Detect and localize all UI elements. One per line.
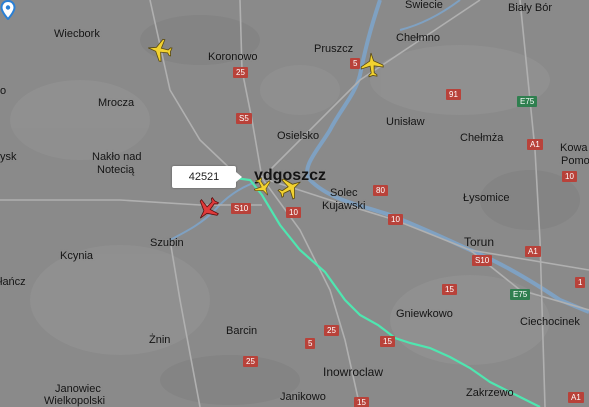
place-label-edge-o: o [0,85,7,97]
flight-callout-label: 42521 [188,171,220,183]
place-label-szubin: Szubin [150,237,184,249]
place-label-lysomice: Łysomice [463,192,510,204]
place-label-torun: Torun [464,235,495,249]
place-label-swiecie: Swiecie [405,0,443,11]
place-label-solec-line2: Kujawski [322,200,366,212]
place-label-edge-lancz: łańcz [0,276,26,288]
road-shield: 10 [286,207,301,218]
place-label-naklo-line2: Notecią [97,164,135,176]
road-shield: 5 [305,338,316,349]
aircraft-icon[interactable] [358,51,386,79]
place-label-inowroclaw: Inowroclaw [323,365,384,379]
place-label-ciechocinek: Ciechocinek [520,316,580,328]
road-shield: A1 [568,392,584,403]
place-label-barcin: Barcin [226,325,258,337]
road-shield: 1 [575,277,586,288]
place-label-edge-kowa: Kowa [560,142,588,154]
place-label-kcynia: Kcynia [60,250,94,262]
road-shield: 15 [354,397,369,407]
road-shield: S10 [231,203,252,214]
place-label-zakrzewo: Zakrzewo [466,387,514,399]
road-shield: E75 [510,289,531,300]
road-shield: S10 [472,255,493,266]
place-label-osielsko: Osielsko [277,130,320,142]
place-label-gniewkowo: Gniewkowo [396,308,453,320]
place-label-bialy-bor: Biały Bór [508,2,553,14]
place-label-naklo-line1: Nakło nad [92,151,142,163]
road-shield: 25 [324,325,339,336]
flight-tracker-map[interactable]: Swiecie Biały Bór Wiecbork Koronowo Prus… [0,0,589,407]
flight-callout[interactable]: 42521 [172,166,242,188]
road-shield: 25 [233,67,248,78]
place-label-janikowo: Janikowo [280,391,326,403]
place-label-wiecbork: Wiecbork [54,28,100,40]
location-pin-icon[interactable] [0,0,16,20]
road-shield: 80 [373,185,388,196]
road-shield: 15 [380,336,395,347]
aircraft-icon[interactable] [252,176,274,198]
road-shield: 91 [446,89,461,100]
place-label-znin: Żnin [149,334,171,346]
road-shield: S5 [236,113,252,124]
road-shield: A1 [525,246,541,257]
aircraft-icon[interactable] [146,36,174,64]
place-label-solec-line1: Solec [330,187,358,199]
aircraft-icon[interactable] [276,174,304,202]
place-label-edge-pomo: Pomo [561,155,589,167]
place-label-pruszcz: Pruszcz [314,43,354,55]
place-label-chelmno: Chełmno [396,32,441,44]
road-shield: E75 [517,96,538,107]
selected-aircraft-icon[interactable] [194,195,222,223]
road-shield: 10 [562,171,577,182]
road-shield: 15 [442,284,457,295]
place-label-mrocza: Mrocza [98,97,135,109]
place-label-koronowo: Koronowo [208,51,258,63]
place-label-janowiec-line2: Wielkopolski [44,395,106,407]
place-label-chelmza: Chełmża [460,132,504,144]
road-shield: A1 [527,139,543,150]
place-label-janowiec-line1: Janowiec [55,383,101,395]
place-label-edge-ysk: ysk [0,151,17,163]
terrain-patches [10,45,550,365]
place-label-unislaw: Unisław [386,116,425,128]
road-shield: 10 [388,214,403,225]
road-shield: 25 [243,356,258,367]
